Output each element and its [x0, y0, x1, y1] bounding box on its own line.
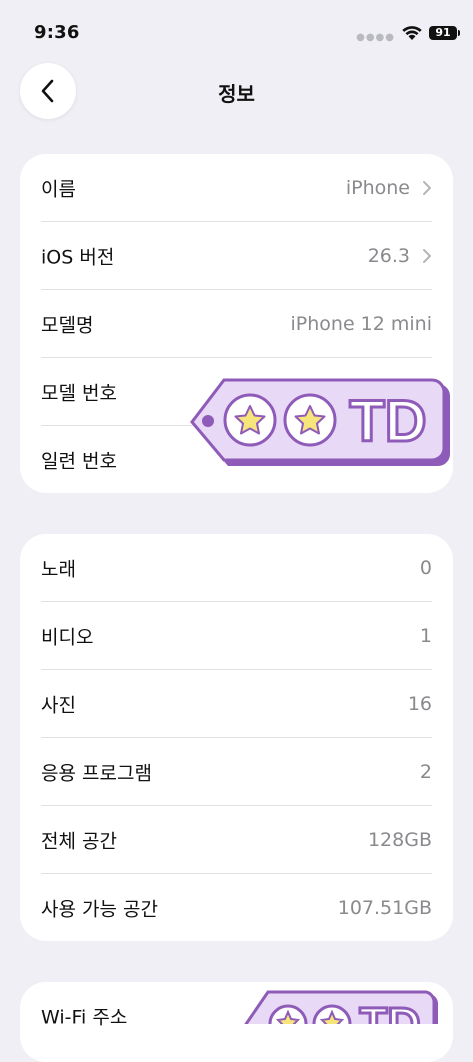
row-available: 사용 가능 공간 107.51GB: [41, 874, 432, 941]
storage-info-card: 노래 0 비디오 1 사진 16 응용 프로그램 2 전체 공간 128GB 사…: [20, 534, 453, 941]
status-bar: 9:36 ●●●● 91: [0, 0, 473, 60]
row-value: 128GB: [367, 828, 432, 851]
row-value: 1: [419, 624, 432, 647]
row-label: 모델 번호: [41, 382, 117, 404]
row-label: 전체 공간: [41, 830, 117, 852]
row-label: Wi-Fi 주소: [41, 1006, 128, 1028]
row-videos: 비디오 1: [41, 602, 432, 670]
battery-icon: 91: [429, 26, 460, 40]
row-label: 비디오: [41, 626, 94, 648]
row-value: iPhone: [345, 176, 410, 199]
wifi-icon: [402, 26, 422, 40]
row-value: 107.51GB: [337, 896, 432, 919]
row-name[interactable]: 이름 iPhone: [41, 154, 432, 222]
row-ios-version[interactable]: iOS 버전 26.3: [41, 222, 432, 290]
chevron-right-icon: [423, 248, 431, 263]
row-value: 16: [407, 692, 432, 715]
row-label: 노래: [41, 558, 76, 580]
row-label: 이름: [41, 178, 76, 200]
row-photos: 사진 16: [41, 670, 432, 738]
sticker-text-bottom: TD: [359, 998, 420, 1024]
signal-dots-icon: ●●●●: [356, 32, 395, 43]
row-label: 일련 번호: [41, 450, 117, 472]
sticker-text: TD: [349, 389, 426, 454]
row-value: 2: [419, 760, 432, 783]
row-label: 모델명: [41, 314, 94, 336]
row-value: iPhone 12 mini: [290, 312, 433, 335]
chevron-right-icon: [423, 180, 431, 195]
row-label: 사용 가능 공간: [41, 898, 158, 920]
row-capacity: 전체 공간 128GB: [41, 806, 432, 874]
row-value: 0: [419, 556, 432, 579]
row-label: 응용 프로그램: [41, 762, 152, 784]
row-applications: 응용 프로그램 2: [41, 738, 432, 806]
ootd-sticker: TD: [190, 378, 450, 466]
status-time: 9:36: [34, 22, 80, 43]
ootd-sticker-bottom: TD: [244, 990, 439, 1024]
row-songs: 노래 0: [41, 534, 432, 602]
row-label: iOS 버전: [41, 246, 115, 268]
row-model-name: 모델명 iPhone 12 mini: [41, 290, 432, 358]
page-title: 정보: [218, 82, 255, 106]
row-value: 26.3: [367, 244, 410, 267]
row-label: 사진: [41, 694, 76, 716]
